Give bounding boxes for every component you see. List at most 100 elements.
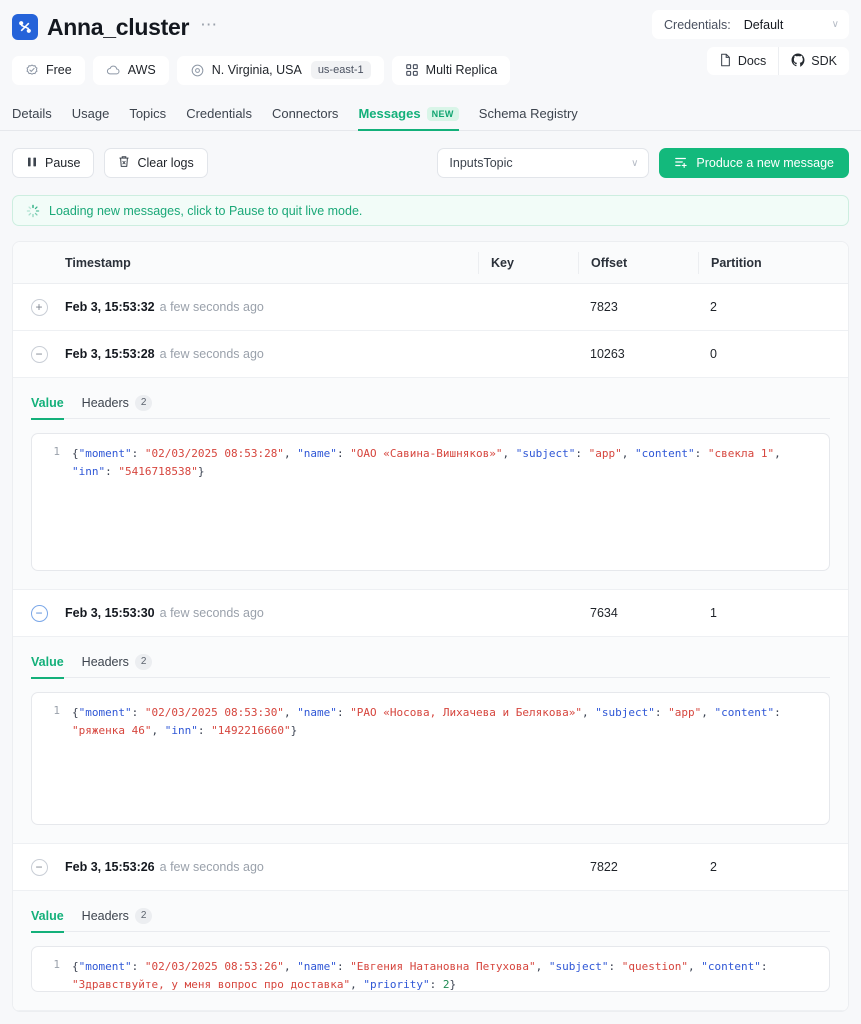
code-line-number: 1 [53, 704, 60, 717]
cluster-logo-icon [12, 14, 38, 40]
table-row[interactable]: − Feb 3, 15:53:28 a few seconds ago 10263… [13, 331, 848, 378]
json-value-moment: "02/03/2025 08:53:28" [144, 447, 284, 460]
detail-tab-value[interactable]: Value [31, 647, 64, 679]
detail-tab-headers[interactable]: Headers 2 [82, 647, 153, 678]
docs-sdk-group: Docs SDK [706, 47, 849, 75]
chip-provider-aws: AWS [92, 55, 169, 85]
tab-topics[interactable]: Topics [129, 106, 166, 130]
cell-timestamp: Feb 3, 15:53:30 a few seconds ago [65, 606, 478, 620]
produce-label: Produce a new message [696, 156, 834, 170]
tab-usage[interactable]: Usage [72, 106, 110, 130]
column-header-partition: Partition [698, 251, 848, 274]
cell-timestamp: Feb 3, 15:53:28 a few seconds ago [65, 347, 478, 361]
relative-time: a few seconds ago [159, 606, 264, 620]
collapse-row-icon[interactable]: − [30, 604, 48, 622]
row-toggle-cell[interactable]: − [13, 604, 65, 622]
live-mode-banner[interactable]: Loading new messages, click to Pause to … [12, 195, 849, 226]
credentials-label: Credentials: [664, 17, 731, 32]
headers-count-badge: 2 [134, 654, 153, 670]
new-badge: NEW [426, 106, 459, 121]
pause-label: Pause [45, 156, 81, 170]
tab-details[interactable]: Details [12, 106, 52, 130]
chip-label: Free [46, 63, 72, 77]
row-toggle-cell[interactable]: + [13, 298, 65, 316]
message-json-value: {"moment": "02/03/2025 08:53:30", "name"… [72, 706, 788, 738]
detail-tab-headers[interactable]: Headers 2 [82, 901, 153, 932]
tab-label: Details [12, 106, 52, 121]
detail-tab-label: Value [31, 655, 64, 669]
detail-tab-value[interactable]: Value [31, 901, 64, 933]
produce-message-button[interactable]: Produce a new message [659, 148, 849, 178]
tab-connectors[interactable]: Connectors [272, 106, 338, 130]
clear-logs-button[interactable]: Clear logs [104, 148, 208, 178]
chevron-down-icon: ∨ [831, 19, 839, 30]
table-row[interactable]: − Feb 3, 15:53:30 a few seconds ago 7634 … [13, 590, 848, 637]
detail-tab-value[interactable]: Value [31, 388, 64, 420]
detail-tabs: Value Headers 2 [31, 647, 830, 679]
sdk-label: SDK [811, 54, 837, 68]
grid-squares-icon [405, 63, 419, 77]
json-value-moment: "02/03/2025 08:53:30" [144, 706, 284, 719]
json-value-subject: "app" [668, 706, 702, 719]
message-value-code-box[interactable]: 1 {"moment": "02/03/2025 08:53:30", "nam… [31, 692, 830, 825]
detail-tabs: Value Headers 2 [31, 901, 830, 933]
cell-partition: 1 [710, 606, 717, 620]
credentials-select[interactable]: Credentials: Default ∨ [652, 10, 849, 39]
json-value-content: "ряженка 46" [72, 724, 152, 738]
timestamp-value: Feb 3, 15:53:30 [65, 606, 155, 620]
detail-tab-label: Headers [81, 396, 129, 410]
chip-label: Multi Replica [425, 63, 498, 77]
docs-button[interactable]: Docs [707, 47, 778, 75]
check-badge-icon [25, 63, 39, 77]
pause-icon [26, 156, 38, 171]
github-icon [791, 53, 805, 70]
collapse-row-icon[interactable]: − [30, 858, 48, 876]
column-header-timestamp: Timestamp [65, 255, 131, 270]
topic-select[interactable]: InputsTopic ∨ [437, 148, 650, 178]
docs-label: Docs [737, 54, 767, 68]
row-toggle-cell[interactable]: − [13, 858, 65, 876]
tab-credentials[interactable]: Credentials [186, 106, 252, 130]
cloud-icon [106, 63, 121, 78]
document-icon [719, 53, 732, 70]
clear-logs-label: Clear logs [137, 156, 194, 170]
table-row[interactable]: − Feb 3, 15:53:26 a few seconds ago 7822 … [13, 844, 848, 891]
message-json-value: {"moment": "02/03/2025 08:53:28", "name"… [72, 447, 788, 479]
expand-row-icon[interactable]: + [30, 298, 48, 316]
cell-offset: 7822 [590, 860, 618, 874]
cell-partition: 0 [710, 347, 717, 361]
chevron-down-icon: ∨ [631, 157, 639, 169]
page-header: Anna_cluster ⋯ Free AWS N. Virginia, USA… [0, 0, 861, 85]
tab-label: Schema Registry [478, 106, 578, 121]
relative-time: a few seconds ago [159, 860, 264, 874]
detail-tab-label: Headers [81, 655, 129, 669]
collapse-row-icon[interactable]: − [30, 345, 48, 363]
tab-messages[interactable]: Messages NEW [358, 106, 460, 131]
headers-count-badge: 2 [134, 395, 153, 411]
chip-label: AWS [127, 63, 156, 77]
detail-tab-headers[interactable]: Headers 2 [82, 388, 153, 419]
timestamp-value: Feb 3, 15:53:26 [65, 860, 155, 874]
json-value-name: "РАО «Носова, Лихачева и Белякова»" [350, 706, 582, 719]
message-detail-panel: Value Headers 2 1 {"moment": "02/03/2025… [13, 637, 848, 844]
row-toggle-cell[interactable]: − [13, 345, 65, 363]
json-value-moment: "02/03/2025 08:53:26" [144, 960, 284, 973]
more-options-icon[interactable]: ⋯ [198, 16, 220, 39]
detail-tabs: Value Headers 2 [31, 388, 830, 420]
tab-schema-registry[interactable]: Schema Registry [479, 106, 578, 130]
timestamp-value: Feb 3, 15:53:28 [65, 347, 155, 361]
topic-select-value: InputsTopic [449, 156, 513, 170]
page-title: Anna_cluster [47, 13, 190, 40]
json-value-content: "Здравствуйте, у меня вопрос про доставк… [72, 978, 351, 992]
json-value-inn: "1492216660" [211, 724, 291, 738]
pause-button[interactable]: Pause [12, 148, 95, 178]
table-row[interactable]: + Feb 3, 15:53:32 a few seconds ago 7823 … [13, 284, 848, 331]
messages-panel: Timestamp Key Offset Partition + Feb 3, … [12, 241, 849, 1012]
message-value-code-box[interactable]: 1 {"moment": "02/03/2025 08:53:26", "nam… [31, 946, 830, 992]
json-value-name: "ОАО «Савина-Вишняков»" [350, 447, 503, 460]
tab-label: Connectors [271, 106, 339, 121]
sdk-button[interactable]: SDK [778, 47, 849, 75]
cell-offset: 7634 [590, 606, 618, 620]
message-value-code-box[interactable]: 1 {"moment": "02/03/2025 08:53:28", "nam… [31, 433, 830, 571]
detail-tab-label: Value [31, 909, 64, 923]
